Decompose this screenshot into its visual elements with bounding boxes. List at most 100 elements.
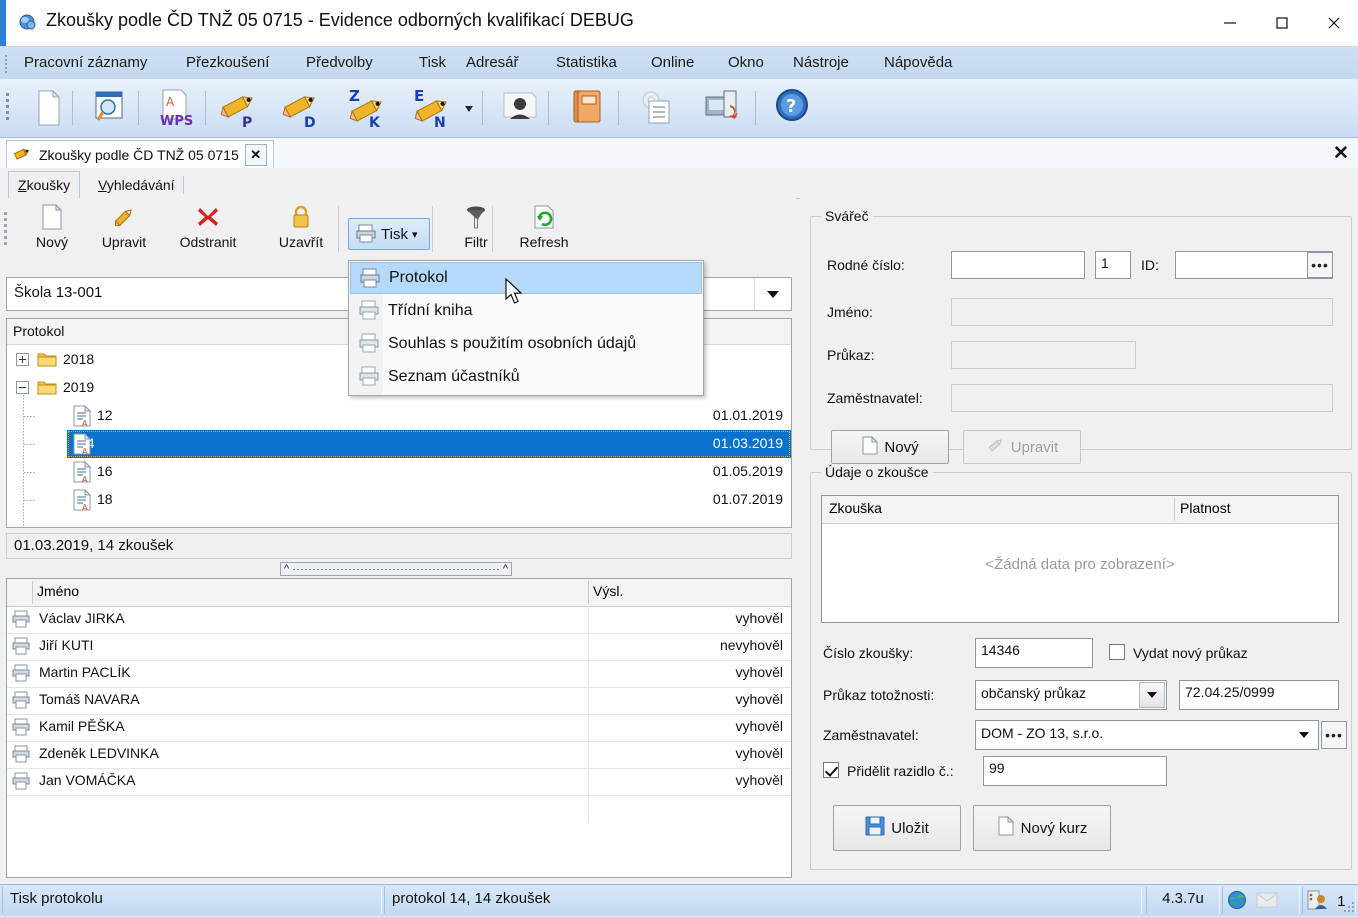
id-doc-number-input[interactable]: 72.04.25/0999: [1179, 680, 1339, 710]
wps-document-icon[interactable]: A WPS: [155, 87, 201, 129]
print-button[interactable]: Tisk ▾: [348, 218, 430, 250]
menu-item-napoveda[interactable]: Nápověda: [878, 52, 958, 74]
id-doc-chevron-down-icon[interactable]: [1139, 682, 1165, 708]
table-row[interactable]: Václav JIRKA vyhověl: [7, 606, 791, 634]
birth-number-input[interactable]: [951, 251, 1085, 279]
document-tab-close-button[interactable]: ✕: [244, 143, 267, 166]
help-icon[interactable]: ?: [770, 87, 816, 129]
column-header-jmeno[interactable]: Jméno: [37, 583, 79, 599]
close-button[interactable]: [1310, 0, 1358, 46]
column-header-platnost[interactable]: Platnost: [1180, 500, 1231, 516]
maximize-button[interactable]: [1258, 0, 1306, 46]
panel-splitter[interactable]: ^ ^: [280, 562, 512, 576]
printer-row-icon[interactable]: [11, 691, 31, 712]
new-card-checkbox-label[interactable]: Vydat nový průkaz: [1133, 645, 1248, 661]
employer-browse-button[interactable]: •••: [1321, 721, 1347, 749]
printer-row-icon[interactable]: [11, 610, 31, 631]
save-button[interactable]: Uložit: [833, 805, 961, 851]
minimize-button[interactable]: [1206, 0, 1254, 46]
tree-node-18[interactable]: A 18 01.07.2019: [7, 486, 791, 514]
menu-item-adresar[interactable]: Adresář: [460, 52, 525, 74]
pencil-d-icon[interactable]: D: [280, 87, 326, 131]
id-browse-button[interactable]: •••: [1307, 252, 1333, 278]
pencil-zk-icon[interactable]: Z K: [345, 87, 391, 131]
welder-edit-button[interactable]: Upravit: [963, 430, 1081, 464]
menu-item-predvolby[interactable]: Předvolby: [300, 52, 379, 74]
table-row[interactable]: Zdeněk LEDVINKA vyhověl: [7, 741, 791, 769]
menu-item-tisk[interactable]: Tisk: [413, 52, 452, 74]
birth-number-suffix-input[interactable]: 1: [1095, 251, 1131, 279]
menu-item-tridni-kniha[interactable]: Třídní kniha: [350, 295, 702, 327]
printer-row-icon[interactable]: [11, 664, 31, 685]
new-card-checkbox[interactable]: [1109, 644, 1125, 660]
stamp-checkbox-label[interactable]: Přidělit razidlo č.:: [847, 763, 954, 779]
table-row[interactable]: Tomáš NAVARA vyhověl: [7, 687, 791, 715]
status-connection-icons[interactable]: [1222, 887, 1300, 914]
tree-node-12[interactable]: A 12 01.01.2019: [7, 402, 791, 430]
new-course-button[interactable]: Nový kurz: [973, 805, 1111, 851]
menu-item-seznam-ucastniku[interactable]: Seznam účastníků: [350, 361, 702, 393]
expand-plus-icon[interactable]: [16, 353, 29, 366]
stamp-checkbox[interactable]: [823, 762, 839, 778]
exam-table[interactable]: Zkouška Platnost <Žádná data pro zobraze…: [821, 495, 1339, 623]
globe-icon[interactable]: [1227, 891, 1251, 910]
participants-grid[interactable]: Jméno Výsl. Václav JIRKA vyhověl Jiří KU…: [6, 578, 792, 878]
document-tab-zkousky[interactable]: Zkoušky podle ČD TNŽ 05 0715 ✕: [6, 140, 274, 168]
tree-node-16[interactable]: A 16 01.05.2019: [7, 458, 791, 486]
tab-separator: [182, 176, 184, 194]
edit-button[interactable]: Upravit: [88, 202, 160, 256]
close-record-button[interactable]: Uzavřít: [265, 202, 337, 256]
print-dropdown-menu[interactable]: Protokol Třídní kniha Souhlas s použitím…: [348, 260, 704, 396]
table-row[interactable]: Kamil PĚŠKA vyhověl: [7, 714, 791, 742]
table-row[interactable]: Martin PACLÍK vyhověl: [7, 660, 791, 688]
column-header-zkouska[interactable]: Zkouška: [829, 500, 882, 516]
menu-item-souhlas[interactable]: Souhlas s použitím osobních údajů: [350, 328, 702, 360]
filter-button-label: Filtr: [464, 234, 488, 250]
menu-item-online[interactable]: Online: [645, 52, 700, 74]
print-export-icon[interactable]: [700, 87, 746, 129]
splitter-up-caret-right-icon[interactable]: ^: [503, 564, 508, 575]
settings-list-icon[interactable]: [635, 87, 681, 129]
printer-row-icon[interactable]: [11, 772, 31, 793]
exam-number-input[interactable]: 14346: [975, 638, 1093, 668]
participant-name: Kamil PĚŠKA: [39, 718, 125, 734]
tree-node-14[interactable]: 14 01.03.2019: [67, 430, 791, 458]
printer-row-icon[interactable]: [11, 637, 31, 658]
welder-new-button[interactable]: Nový: [831, 430, 949, 464]
id-doc-combo[interactable]: občanský průkaz: [975, 680, 1167, 710]
employer-chevron-down-icon[interactable]: [1291, 722, 1317, 748]
refresh-button[interactable]: Refresh: [508, 202, 580, 256]
school-combo-chevron-down-icon[interactable]: [754, 278, 791, 310]
printer-row-icon[interactable]: [11, 718, 31, 739]
delete-button[interactable]: Odstranit: [172, 202, 244, 256]
collapse-minus-icon[interactable]: [16, 381, 29, 394]
tab-zkousky[interactable]: Zkoušky: [8, 171, 81, 199]
menu-item-okno[interactable]: Okno: [722, 52, 770, 74]
filter-button[interactable]: Filtr: [440, 202, 512, 256]
menu-item-statistika[interactable]: Statistika: [550, 52, 623, 74]
mail-icon[interactable]: [1256, 892, 1278, 910]
menu-item-protokol[interactable]: Protokol: [350, 262, 702, 294]
printer-row-icon[interactable]: [11, 745, 31, 766]
new-button[interactable]: Nový: [16, 202, 88, 256]
resize-grip-icon[interactable]: [1342, 900, 1356, 914]
print-button-chevron-down-icon[interactable]: ▾: [412, 228, 418, 241]
person-card-icon[interactable]: [498, 87, 544, 129]
preview-document-icon[interactable]: [88, 87, 134, 129]
stamp-number-input[interactable]: 99: [983, 756, 1167, 786]
menu-item-nastroje[interactable]: Nástroje: [787, 52, 855, 74]
close-all-documents-button[interactable]: ✕: [1330, 142, 1352, 164]
new-document-icon[interactable]: [26, 87, 72, 129]
address-book-icon[interactable]: [565, 87, 611, 129]
table-row[interactable]: Jiří KUTI nevyhověl: [7, 633, 791, 661]
employer-combo[interactable]: DOM - ZO 13, s.r.o.: [975, 720, 1319, 750]
column-header-vysl[interactable]: Výsl.: [593, 583, 623, 599]
table-row[interactable]: Jan VOMÁČKA vyhověl: [7, 768, 791, 796]
splitter-up-caret-left-icon[interactable]: ^: [284, 564, 289, 575]
tab-vyhledavani[interactable]: Vyhledávání: [88, 171, 185, 199]
menu-item-pracovni-zaznamy[interactable]: Pracovní záznamy: [18, 52, 153, 74]
chevron-down-icon[interactable]: [462, 87, 478, 129]
pencil-en-icon[interactable]: E N: [410, 87, 456, 131]
menu-item-prezkouseni[interactable]: Přezkoušení: [180, 52, 275, 74]
pencil-p-icon[interactable]: P: [218, 87, 264, 131]
